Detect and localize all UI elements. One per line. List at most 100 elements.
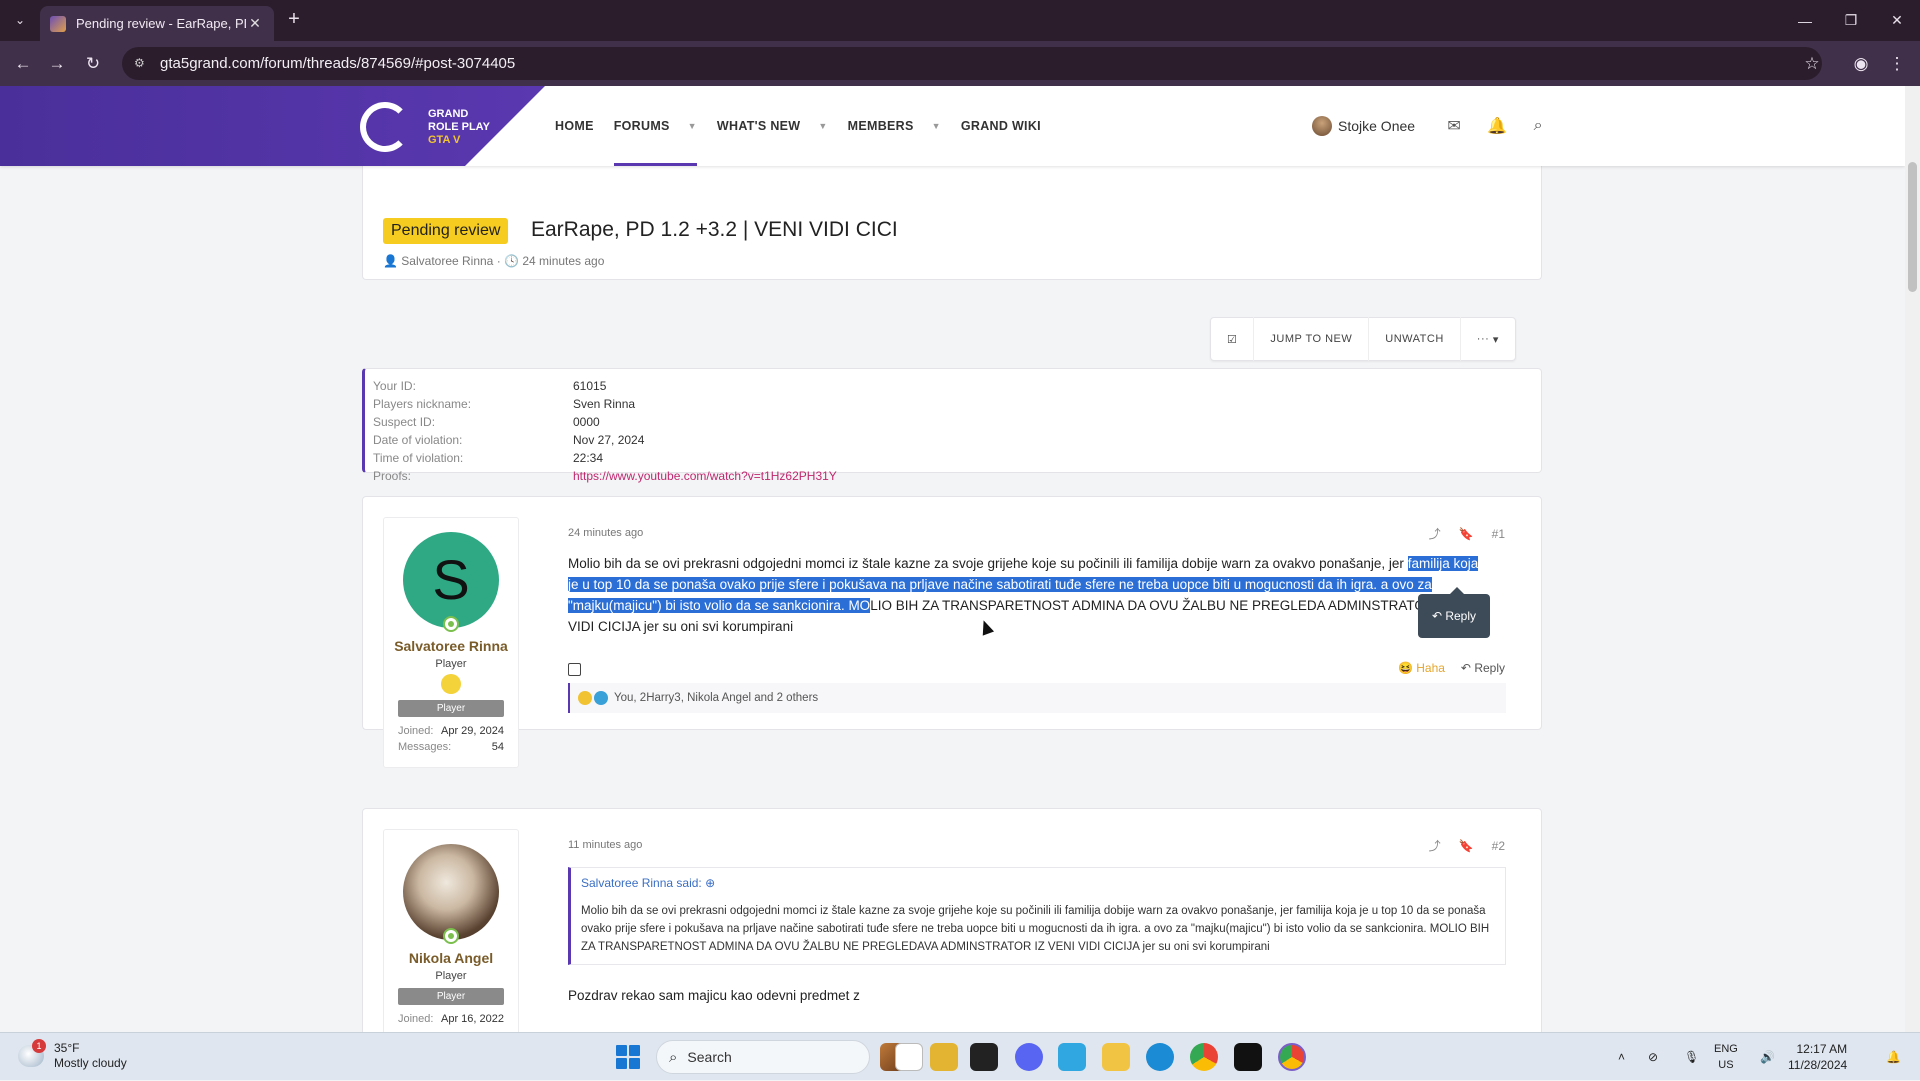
reload-icon[interactable]: ↻	[80, 51, 106, 77]
field-row: Time of violation: 22:34	[373, 451, 604, 465]
nav-forums[interactable]: FORUMS ▼	[613, 86, 698, 166]
address-bar[interactable]: ⚙ gta5grand.com/forum/threads/874569/#po…	[122, 47, 1822, 80]
nav-whats-new[interactable]: WHAT'S NEW ▼	[717, 86, 828, 166]
proof-link[interactable]: https://www.youtube.com/watch?v=t1Hz62PH…	[573, 469, 837, 483]
taskbar: 1 35°F Mostly cloudy ⌕ Search ˄ ⊘ 🎙 ENG …	[0, 1032, 1920, 1080]
reply-button[interactable]: ↶ Reply	[1461, 661, 1505, 675]
post-time[interactable]: 24 minutes ago	[568, 527, 643, 539]
username[interactable]: Salvatoree Rinna	[384, 638, 518, 654]
avatar[interactable]	[1312, 116, 1332, 136]
minimize-icon[interactable]: —	[1782, 0, 1828, 41]
jump-to-new-button[interactable]: JUMP TO NEW	[1254, 317, 1370, 361]
search-icon[interactable]: ⌕	[1529, 117, 1547, 135]
post: S Salvatoree Rinna Player Player Joined:…	[362, 496, 1542, 768]
rockstar-launcher-icon[interactable]	[930, 1043, 958, 1071]
post-number[interactable]: #2	[1492, 839, 1505, 853]
account-name[interactable]: Stojke Onee	[1338, 118, 1415, 134]
thread-time[interactable]: 24 minutes ago	[522, 254, 604, 268]
bookmark-star-icon[interactable]: ☆	[1799, 51, 1825, 77]
tab-search-chevron-icon[interactable]: ⌄	[8, 8, 32, 32]
rage-icon[interactable]	[1234, 1043, 1262, 1071]
haha-button[interactable]: 😆 Haha	[1398, 661, 1445, 675]
status-badge: Pending review	[383, 218, 509, 244]
scrollbar-thumb[interactable]	[1908, 162, 1917, 292]
search-icon: ⌕	[669, 1048, 678, 1066]
quote-reply-popup[interactable]: ↶ Reply	[1418, 587, 1490, 638]
file-explorer-icon[interactable]	[1102, 1043, 1130, 1071]
select-post-checkbox[interactable]	[568, 663, 581, 676]
windows-start-icon[interactable]	[616, 1045, 640, 1069]
restore-icon[interactable]: ❐	[1828, 0, 1874, 41]
main-nav: HOME FORUMS ▼ WHAT'S NEW ▼ MEMBERS ▼ GRAND …	[555, 86, 1061, 166]
fivem-icon[interactable]	[1058, 1043, 1086, 1071]
user-title: Player	[435, 658, 467, 670]
reactions-list: You, 2Harry3, Nikola Angel and 2 others	[614, 692, 819, 704]
clock-icon: 🕓	[504, 254, 519, 268]
close-tab-icon[interactable]: ✕	[246, 15, 264, 32]
forward-icon[interactable]: →	[44, 51, 70, 77]
user-icon: 👤	[383, 254, 398, 268]
profile-icon[interactable]: ◉	[1848, 51, 1874, 77]
new-tab-icon[interactable]: +	[282, 8, 306, 32]
avatar[interactable]	[403, 844, 499, 944]
reactions-bar[interactable]: You, 2Harry3, Nikola Angel and 2 others	[568, 683, 1506, 713]
site-info-icon[interactable]: ⚙	[134, 56, 150, 72]
notifications-bell-icon[interactable]: 🔔	[1886, 1033, 1901, 1081]
clock[interactable]: 12:17 AM 11/28/2024	[1788, 1041, 1847, 1073]
chevron-down-icon[interactable]: ▼	[818, 121, 827, 131]
select-checkbox-icon[interactable]: ☑	[1211, 317, 1255, 361]
avatar[interactable]: S	[403, 532, 499, 632]
chevron-down-icon[interactable]: ▼	[932, 121, 941, 131]
tab-title: Pending review - EarRape, PD 1	[76, 16, 246, 31]
post-time[interactable]: 11 minutes ago	[568, 839, 642, 851]
share-icon[interactable]: ⤴	[1429, 837, 1441, 854]
site-logo-icon[interactable]	[360, 102, 410, 152]
language-indicator[interactable]: ENG US	[1714, 1041, 1738, 1073]
expand-quote-icon[interactable]: ⊕	[705, 876, 715, 890]
site-favicon-icon	[50, 15, 66, 32]
chrome-profile-icon[interactable]	[1278, 1043, 1306, 1071]
share-icon[interactable]: ⤴	[1429, 525, 1441, 542]
field-row: Your ID: 61015	[373, 379, 607, 393]
nav-grand-wiki[interactable]: GRAND WIKI	[961, 86, 1041, 166]
task-view-icon[interactable]	[895, 1043, 923, 1071]
browser-menu-icon[interactable]: ⋮	[1884, 51, 1910, 77]
post-body: Molio bih da se ovi prekrasni odgojedni …	[568, 556, 1486, 634]
network-icon[interactable]: ⊘	[1648, 1033, 1658, 1081]
discord-icon[interactable]	[1015, 1043, 1043, 1071]
thread-author[interactable]: Salvatoree Rinna	[401, 254, 493, 268]
edge-icon[interactable]	[1146, 1043, 1174, 1071]
microphone-icon[interactable]: 🎙	[1684, 1033, 1699, 1081]
tray-overflow-icon[interactable]: ˄	[1618, 1033, 1625, 1081]
close-window-icon[interactable]: ✕	[1874, 0, 1920, 41]
taskbar-search[interactable]: ⌕ Search	[656, 1040, 870, 1074]
bell-icon[interactable]: 🔔	[1487, 116, 1507, 136]
notification-badge: 1	[32, 1039, 46, 1053]
thread-meta: 👤 Salvatoree Rinna · 🕓 24 minutes ago	[383, 254, 604, 268]
browser-tab[interactable]: Pending review - EarRape, PD 1 ✕	[40, 6, 274, 41]
nav-members[interactable]: MEMBERS ▼	[848, 86, 941, 166]
field-row: Proofs: https://www.youtube.com/watch?v=t…	[373, 469, 837, 483]
user-banner: Player	[398, 988, 504, 1005]
online-indicator-icon	[443, 616, 459, 632]
bookmark-icon[interactable]: 🔖	[1459, 527, 1474, 541]
page-scrollbar[interactable]	[1905, 86, 1920, 1032]
rage-mp-icon[interactable]	[970, 1043, 998, 1071]
nav-home[interactable]: HOME	[555, 86, 594, 166]
post-number[interactable]: #1	[1492, 527, 1505, 541]
chevron-down-icon[interactable]: ▼	[688, 121, 697, 131]
username[interactable]: Nikola Angel	[384, 950, 518, 966]
quote-author[interactable]: Salvatoree Rinna said: ⊕	[581, 876, 1495, 890]
page-title: EarRape, PD 1.2 +3.2 | VENI VIDI CICI	[531, 218, 898, 241]
unwatch-button[interactable]: UNWATCH	[1369, 317, 1461, 361]
mail-icon[interactable]: ✉	[1445, 116, 1463, 136]
back-icon[interactable]: ←	[10, 51, 36, 77]
speaker-icon[interactable]: 🔊	[1760, 1033, 1775, 1081]
bookmark-icon[interactable]: 🔖	[1459, 839, 1474, 853]
more-options-button[interactable]: ··· ▾	[1461, 317, 1515, 361]
weather-widget[interactable]: 1 35°F Mostly cloudy	[18, 1039, 127, 1071]
chrome-icon[interactable]	[1190, 1043, 1218, 1071]
quote-text: Molio bih da se ovi prekrasni odgojedni …	[581, 905, 1490, 953]
user-banner: Player	[398, 700, 504, 717]
like-reaction-icon	[594, 691, 608, 705]
